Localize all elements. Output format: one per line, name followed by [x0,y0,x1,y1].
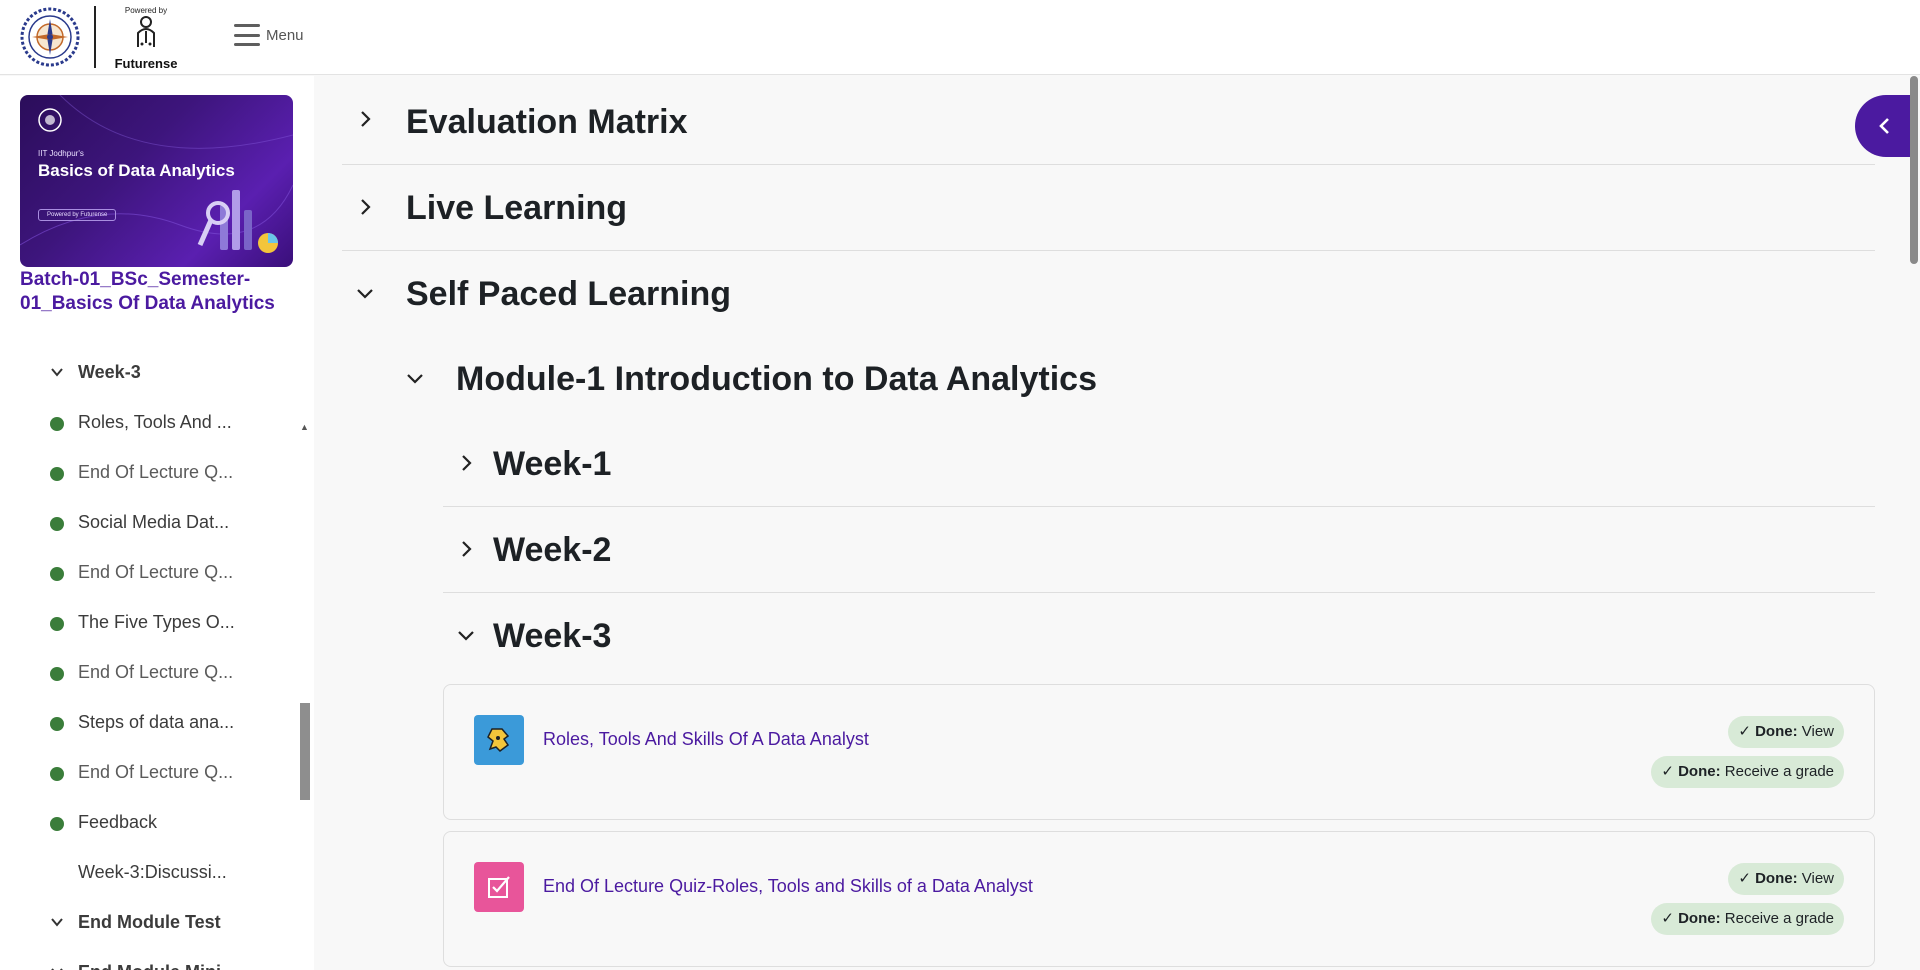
chevron-down-icon [407,374,423,384]
sidebar-activity-item[interactable]: Feedback [0,803,300,843]
chevron-down-icon [51,368,63,377]
completion-badge-view: ✓ Done: View [1728,716,1844,748]
iit-jodhpur-logo[interactable] [20,5,80,69]
sidebar-item-label: End Of Lecture Q... [78,762,234,782]
course-index: Week-3 Roles, Tools And ... End Of Lecture… [0,345,300,970]
course-sidebar: IIT Jodhpur's Basics of Data Analytics P… [0,76,314,970]
sidebar-item-label: Feedback [78,812,158,832]
section-title: Week-1 [493,445,612,483]
completion-dot-icon [50,817,64,831]
section-title: Week-2 [493,531,612,569]
banner-powered-tag: Powered by Futurense [38,209,117,221]
completion-badge-grade: ✓ Done: Receive a grade [1651,756,1844,788]
quiz-icon [474,862,524,912]
check-icon: ✓ [1661,763,1674,780]
activity-title-link[interactable]: End Of Lecture Quiz-Roles, Tools and Ski… [543,876,1033,897]
check-icon: ✓ [1738,723,1751,740]
sidebar-item-label: End Of Lecture Q... [78,562,234,582]
sidebar-item-label: Social Media Dat... [78,512,230,532]
sidebar-item-label: The Five Types O... [78,612,235,632]
page-scrollbar-thumb[interactable] [1910,76,1918,264]
activity-card: Roles, Tools And Skills Of A Data Analys… [443,684,1875,820]
hamburger-icon [234,24,260,46]
sidebar-activity-item[interactable]: Roles, Tools And ... [0,403,300,443]
sidebar-activity-item[interactable]: The Five Types O... [0,603,300,643]
section-title: Week-3 [493,617,612,655]
section-title: Evaluation Matrix [406,103,688,141]
sidebar-activity-item[interactable]: Week-3:Discussi... [0,853,300,893]
check-icon: ✓ [1738,870,1751,887]
completion-dot-icon [50,567,64,581]
sidebar-activity-item[interactable]: End Of Lecture Q... [0,653,300,693]
menu-button[interactable]: Menu [234,24,304,46]
menu-label: Menu [266,26,304,44]
section-live-learning[interactable]: Live Learning [342,165,1875,251]
chevron-left-icon [1879,118,1889,134]
chevron-right-icon [462,455,472,471]
check-icon: ✓ [1661,910,1674,927]
section-module-1[interactable]: Module-1 Introduction to Data Analytics [392,336,1875,422]
top-navbar: Powered by Futurense Menu [0,0,1920,75]
sidebar-item-label: End Of Lecture Q... [78,462,234,482]
completion-dot-icon [50,467,64,481]
banner-title: Basics of Data Analytics [38,161,235,180]
chevron-right-icon [361,199,371,215]
block-drawer-toggle[interactable] [1855,95,1910,157]
sidebar-activity-item[interactable]: End Of Lecture Q... [0,753,300,793]
completion-dot-icon [50,417,64,431]
logo-divider [94,6,96,68]
completion-badge-grade: ✓ Done: Receive a grade [1651,903,1844,935]
sidebar-item-label: Roles, Tools And ... [78,412,232,432]
section-title: Module-1 Introduction to Data Analytics [456,360,1097,398]
sidebar-item-label: Week-3 [78,362,141,382]
lesson-icon [474,715,524,765]
sidebar-activity-item[interactable]: Social Media Dat... [0,503,300,543]
sidebar-section-item[interactable]: End Module Test [0,903,300,943]
sidebar-activity-item[interactable]: Steps of data ana... [0,703,300,743]
section-title: Live Learning [406,189,628,227]
completion-badge-view: ✓ Done: View [1728,863,1844,895]
chevron-down-icon [51,918,63,927]
completion-dot-icon [50,667,64,681]
futurense-mark-icon [137,16,155,47]
sidebar-activity-item[interactable]: End Of Lecture Q... [0,453,300,493]
sidebar-activity-item[interactable]: End Of Lecture Q... [0,553,300,593]
section-evaluation-matrix[interactable]: Evaluation Matrix [342,76,1875,165]
chevron-down-icon [357,289,373,299]
completion-dot-icon [50,717,64,731]
activity-title-link[interactable]: Roles, Tools And Skills Of A Data Analys… [543,729,869,750]
sidebar-item-label: End Module Mini... [78,962,236,970]
chevron-right-icon [361,111,371,127]
sidebar-scroll-up-icon[interactable]: ▲ [300,422,309,432]
sidebar-item-label: End Module Test [78,912,221,932]
completion-dot-icon [50,517,64,531]
futurense-brand-text: Futurense [114,56,178,71]
banner-decoration [20,95,293,253]
powered-by-text: Powered by [124,6,168,15]
section-self-paced-learning[interactable]: Self Paced Learning [342,251,1875,337]
chevron-down-icon [51,968,63,970]
sidebar-section-item[interactable]: Week-3 [0,353,300,393]
completion-dot-icon [50,617,64,631]
section-title: Self Paced Learning [406,275,731,313]
chevron-right-icon [462,541,472,557]
chevron-down-icon [458,631,474,641]
section-week-2[interactable]: Week-2 [443,507,1875,593]
section-week-3[interactable]: Week-3 [443,593,1875,679]
sidebar-scrollbar-thumb[interactable] [300,703,310,800]
section-week-1[interactable]: Week-1 [443,421,1875,507]
banner-subtitle: IIT Jodhpur's [38,149,84,158]
sidebar-item-label: End Of Lecture Q... [78,662,234,682]
activity-card: End Of Lecture Quiz-Roles, Tools and Ski… [443,831,1875,967]
sidebar-item-label: Week-3:Discussi... [78,862,227,882]
sidebar-item-label: Steps of data ana... [78,712,235,732]
completion-dot-icon [50,767,64,781]
sidebar-section-item[interactable]: End Module Mini... [0,953,300,970]
course-banner-image[interactable]: IIT Jodhpur's Basics of Data Analytics P… [20,95,293,267]
futurense-logo[interactable]: Powered by Futurense [106,6,186,72]
course-name-link[interactable]: Batch-01_BSc_Semester-01_Basics Of Data … [20,268,300,316]
course-content: Evaluation Matrix Live Learning Self Pac… [314,76,1894,970]
